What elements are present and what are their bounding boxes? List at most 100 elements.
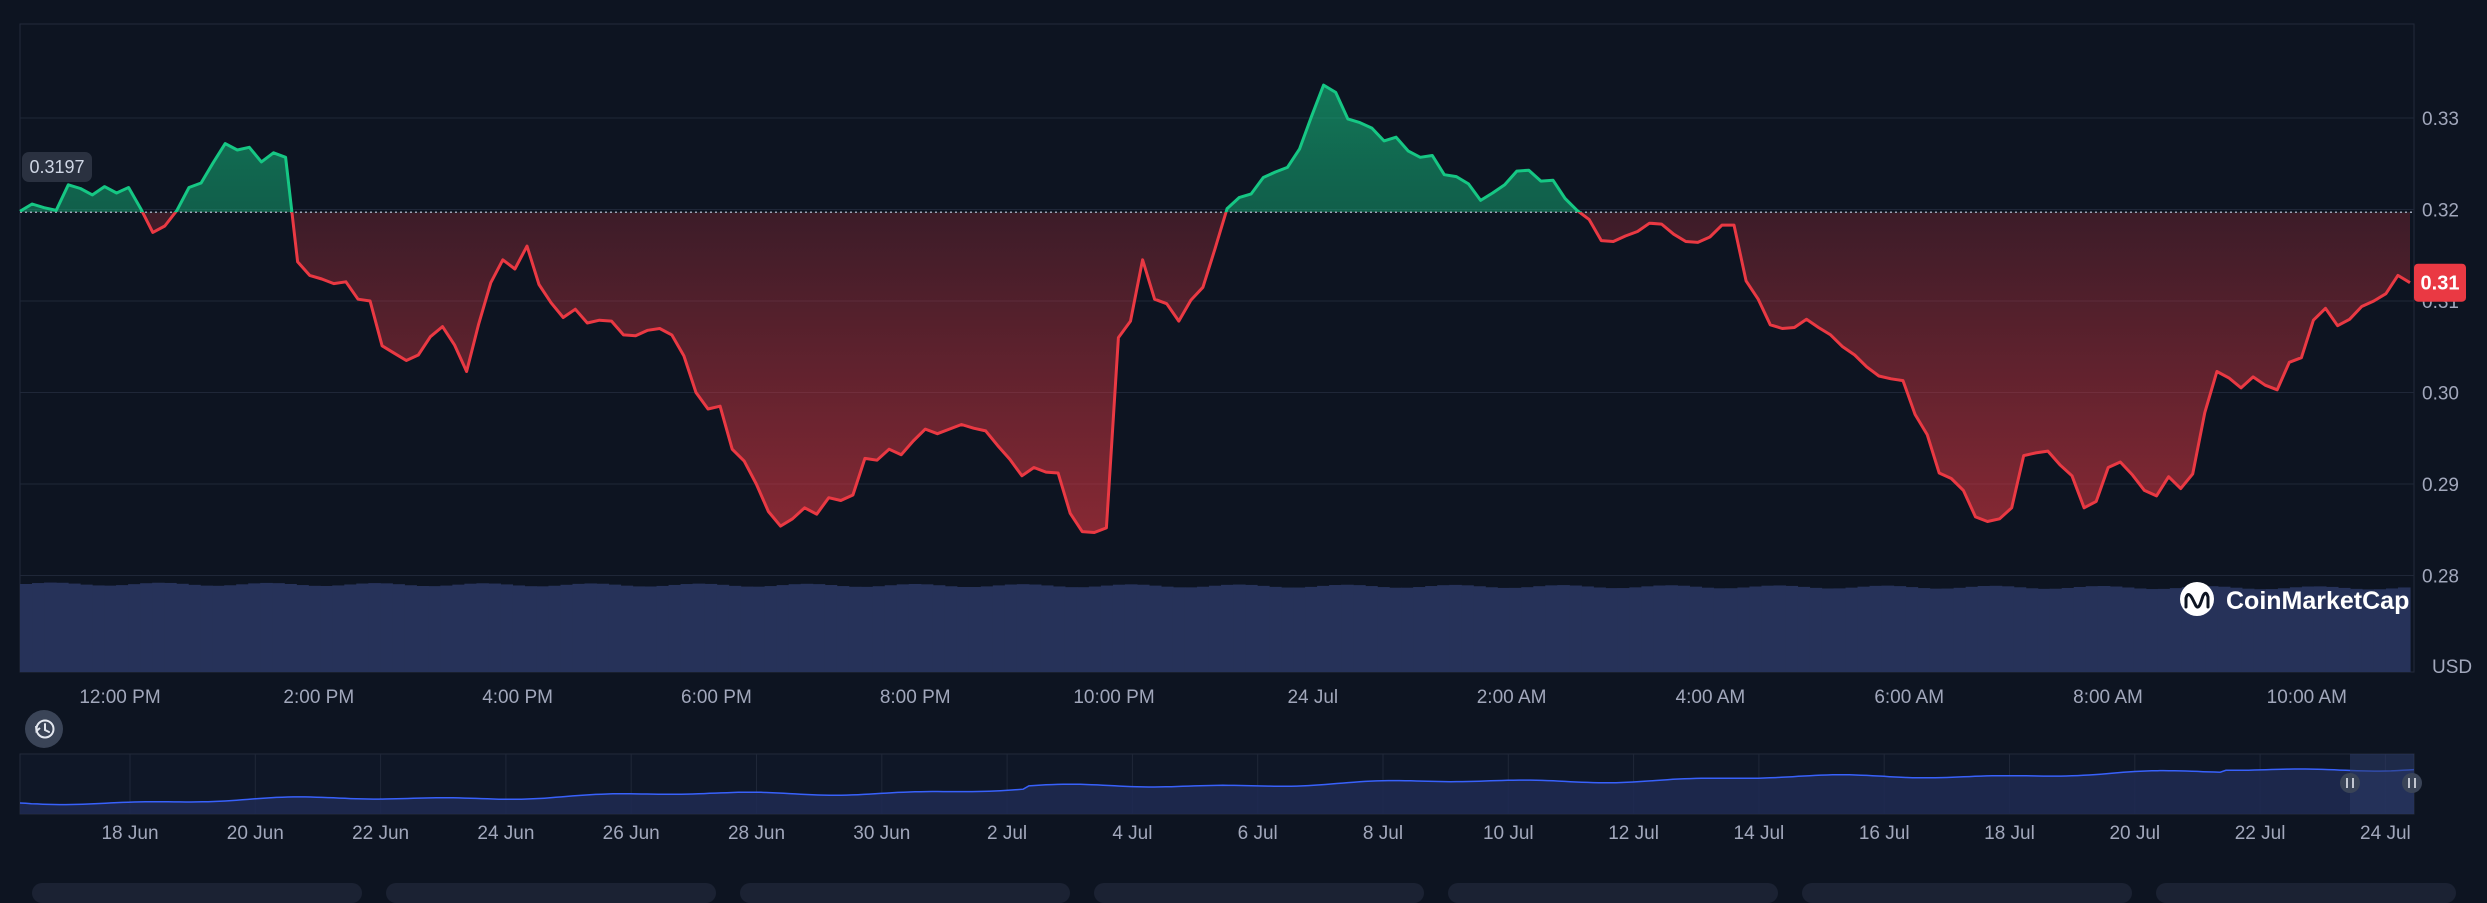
volume-bar xyxy=(776,585,790,672)
volume-bar xyxy=(1689,586,1703,672)
volume-bar xyxy=(572,583,586,672)
currency-label: USD xyxy=(2432,657,2472,678)
volume-bar xyxy=(908,583,922,672)
navigator-tick-label: 28 Jun xyxy=(728,823,785,844)
navigator-tick-label: 30 Jun xyxy=(853,823,910,844)
volume-bar xyxy=(1401,587,1414,672)
volume-bar xyxy=(1761,585,1775,672)
navigator-tick-label: 12 Jul xyxy=(1608,823,1659,844)
drag-handle-right[interactable] xyxy=(2402,773,2422,793)
y-tick-label: 0.32 xyxy=(2422,201,2459,222)
navigator-tick-label: 16 Jul xyxy=(1859,823,1910,844)
bottom-tab-3[interactable] xyxy=(740,883,1070,903)
volume-bar xyxy=(2109,586,2123,672)
svg-text:0.3197: 0.3197 xyxy=(29,157,84,177)
x-tick-label: 4:00 PM xyxy=(482,687,553,708)
volume-bar xyxy=(1989,585,2003,672)
volume-bar xyxy=(536,586,550,672)
volume-bar xyxy=(128,584,141,672)
volume-bar xyxy=(920,584,934,672)
volume-bar xyxy=(2133,588,2147,672)
svg-text:0.31: 0.31 xyxy=(2421,273,2460,295)
history-button[interactable] xyxy=(25,710,63,748)
volume-bar xyxy=(2025,588,2039,672)
volume-bar xyxy=(296,585,309,672)
navigator-tick-label: 8 Jul xyxy=(1363,823,1403,844)
volume-bar xyxy=(788,584,802,672)
volume-bar xyxy=(800,583,814,672)
bottom-tab-2[interactable] xyxy=(386,883,716,903)
volume-bar xyxy=(1749,586,1763,672)
volume-bar xyxy=(1257,585,1270,672)
volume-bar xyxy=(968,587,982,672)
volume-bar xyxy=(1100,585,1114,672)
volume-bar xyxy=(1269,586,1282,672)
range-navigator[interactable]: 18 Jun 20 Jun 22 Jun 24 Jun 26 Jun 28 Jun 30 J… xyxy=(19,753,2422,844)
bottom-tab-1[interactable] xyxy=(32,883,362,903)
bottom-tab-5[interactable] xyxy=(1448,883,1778,903)
volume-bar xyxy=(1929,588,1943,672)
volume-bar xyxy=(1833,588,1847,672)
volume-bar xyxy=(200,585,213,672)
volume-bar xyxy=(2013,587,2027,672)
navigator-tick-label: 18 Jun xyxy=(101,823,158,844)
volume-bar xyxy=(1557,585,1570,672)
volume-bar xyxy=(872,586,886,672)
volume-bar xyxy=(56,582,69,672)
volume-bar xyxy=(584,583,598,672)
bottom-tab-4[interactable] xyxy=(1094,883,1424,903)
bottom-tab-6[interactable] xyxy=(1802,883,2132,903)
volume-bar xyxy=(1449,584,1462,672)
volume-bar xyxy=(1713,588,1727,672)
volume-bar xyxy=(1389,587,1402,672)
volume-bar xyxy=(860,586,874,672)
x-tick-label: 8:00 AM xyxy=(2073,687,2143,708)
volume-bar xyxy=(1221,584,1234,672)
volume-bar xyxy=(1028,584,1042,672)
navigator-tick-label: 24 Jun xyxy=(477,823,534,844)
volume-bar xyxy=(1497,587,1510,672)
volume-bar xyxy=(392,584,405,672)
volume-bar xyxy=(1377,587,1390,672)
x-tick-label: 10:00 PM xyxy=(1073,687,1154,708)
brand-name: CoinMarketCap xyxy=(2226,587,2409,615)
navigator-tick-label: 22 Jun xyxy=(352,823,409,844)
volume-bar xyxy=(632,586,646,672)
bottom-tab-7[interactable] xyxy=(2156,883,2456,903)
volume-bar xyxy=(668,584,682,672)
volume-bar xyxy=(956,586,970,672)
volume-bar xyxy=(1281,587,1294,672)
volume-bar xyxy=(356,583,369,672)
volume-bar xyxy=(884,585,898,672)
volume-bar xyxy=(152,582,165,672)
x-tick-label: 12:00 PM xyxy=(79,687,160,708)
navigator-tick-label: 20 Jun xyxy=(227,823,284,844)
volume-bar xyxy=(1677,585,1690,672)
volume-bar xyxy=(320,585,333,672)
drag-handle-left[interactable] xyxy=(2340,773,2360,793)
volume-bar xyxy=(260,582,273,672)
volume-bar xyxy=(1869,585,1883,672)
volume-bar xyxy=(1329,585,1342,672)
volume-bar xyxy=(80,584,93,672)
x-axis-labels: 12:00 PM 2:00 PM 4:00 PM 6:00 PM 8:00 PM 10:0… xyxy=(79,687,2347,708)
volume-bar xyxy=(1437,585,1450,672)
volume-bar xyxy=(1245,584,1258,672)
volume-bar xyxy=(524,586,538,672)
volume-bar xyxy=(440,585,453,672)
volume-bar xyxy=(1905,587,1919,672)
volume-bar xyxy=(1605,588,1618,672)
volume-bar xyxy=(476,583,489,672)
volume-bar xyxy=(1641,586,1654,672)
volume-bar xyxy=(248,583,261,672)
volume-bar xyxy=(1545,585,1558,672)
volume-bar xyxy=(1473,586,1486,672)
price-chart[interactable]: 0.28 0.29 0.30 0.31 0.32 0.33 12:00 PM 2:00 PM… xyxy=(0,0,2487,889)
volume-bar xyxy=(944,586,958,672)
x-tick-label: 24 Jul xyxy=(1287,687,1338,708)
navigator-tick-label: 26 Jun xyxy=(603,823,660,844)
volume-bar xyxy=(2061,587,2075,672)
volume-bar xyxy=(1365,586,1378,672)
volume-bar xyxy=(488,583,502,672)
y-tick-label: 0.33 xyxy=(2422,109,2459,130)
